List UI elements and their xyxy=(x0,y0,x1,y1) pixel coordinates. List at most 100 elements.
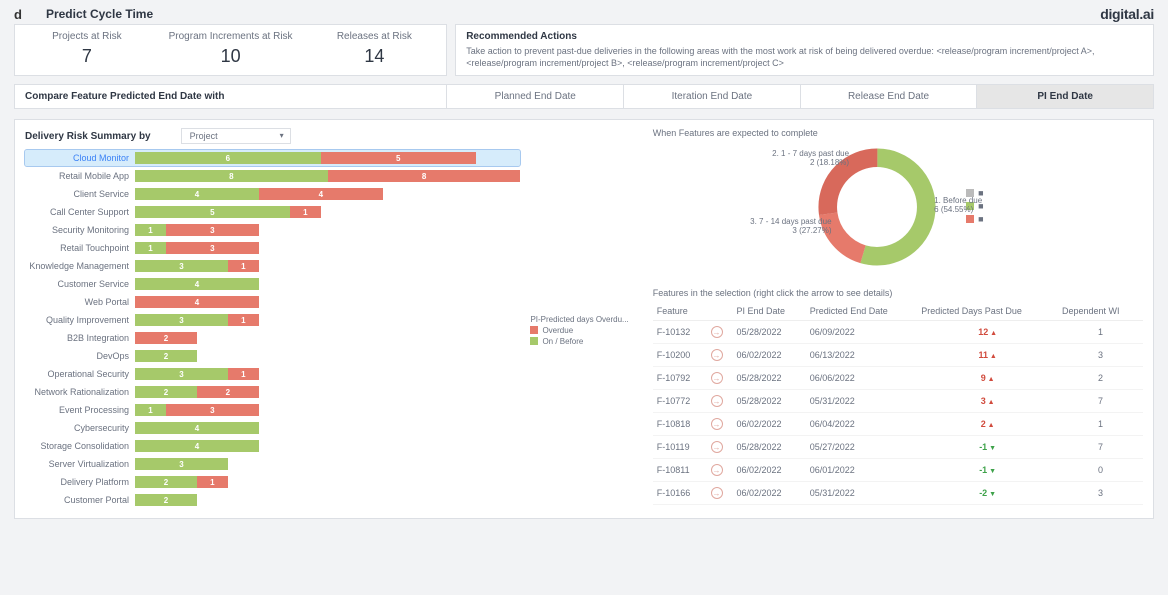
risk-bar-row[interactable]: Customer Portal2 xyxy=(25,492,520,508)
risk-bar-label[interactable]: Server Virtualization xyxy=(25,459,135,469)
page-title: Predict Cycle Time xyxy=(46,7,153,21)
bar-seg-on-before: 2 xyxy=(135,386,197,398)
risk-bar-label[interactable]: Client Service xyxy=(25,189,135,199)
kpi-value: 10 xyxy=(163,46,299,67)
kpi-row: Projects at Risk 7 Program Increments at… xyxy=(0,24,1168,84)
risk-bar-row[interactable]: Customer Service4 xyxy=(25,276,520,292)
expand-row-icon[interactable]: → xyxy=(711,349,723,361)
table-row[interactable]: F-10772→05/28/202205/31/202237 xyxy=(653,390,1143,413)
risk-bar-row[interactable]: Cloud Monitor65 xyxy=(25,150,520,166)
risk-bar-row[interactable]: Security Monitoring13 xyxy=(25,222,520,238)
risk-bar-row[interactable]: B2B Integration2 xyxy=(25,330,520,346)
risk-bar-label[interactable]: Network Rationalization xyxy=(25,387,135,397)
right-column: When Features are expected to complete 1… xyxy=(653,128,1143,510)
risk-bar-row[interactable]: Call Center Support51 xyxy=(25,204,520,220)
features-col[interactable]: PI End Date xyxy=(732,302,805,321)
expand-row-icon[interactable]: → xyxy=(711,441,723,453)
expand-row-icon[interactable]: → xyxy=(711,418,723,430)
risk-bar-row[interactable]: Retail Touchpoint13 xyxy=(25,240,520,256)
kpi-value: 14 xyxy=(306,46,442,67)
risk-bar-label[interactable]: Quality Improvement xyxy=(25,315,135,325)
legend-title: PI-Predicted days Overdu... xyxy=(530,315,628,324)
bar-seg-on-before: 6 xyxy=(135,152,321,164)
expand-row-icon[interactable]: → xyxy=(711,326,723,338)
features-col[interactable] xyxy=(707,302,733,321)
bar-seg-overdue: 1 xyxy=(197,476,228,488)
risk-bar-row[interactable]: Retail Mobile App88 xyxy=(25,168,520,184)
risk-bar-row[interactable]: DevOps2 xyxy=(25,348,520,364)
risk-bar-legend: PI-Predicted days Overdu... Overdue On /… xyxy=(530,315,628,346)
expand-row-icon[interactable]: → xyxy=(711,395,723,407)
bar-seg-overdue: 1 xyxy=(290,206,321,218)
table-row[interactable]: F-10166→06/02/202205/31/2022-23 xyxy=(653,482,1143,505)
recommendations-body: Take action to prevent past-due deliveri… xyxy=(466,46,1143,69)
risk-bar-label[interactable]: Knowledge Management xyxy=(25,261,135,271)
risk-bar-row[interactable]: Knowledge Management31 xyxy=(25,258,520,274)
risk-bar-label[interactable]: Security Monitoring xyxy=(25,225,135,235)
risk-bar-label[interactable]: DevOps xyxy=(25,351,135,361)
table-row[interactable]: F-10119→05/28/202205/27/2022-17 xyxy=(653,436,1143,459)
risk-bar-label[interactable]: Customer Portal xyxy=(25,495,135,505)
tab-planned-end-date[interactable]: Planned End Date xyxy=(447,85,623,108)
table-row[interactable]: F-10818→06/02/202206/04/202221 xyxy=(653,413,1143,436)
bar-seg-overdue: 1 xyxy=(228,314,259,326)
predicted-days-delta: 11 xyxy=(978,350,996,360)
risk-bar-label[interactable]: B2B Integration xyxy=(25,333,135,343)
risk-bar-row[interactable]: Event Processing13 xyxy=(25,402,520,418)
expand-row-icon[interactable]: → xyxy=(711,487,723,499)
predicted-days-delta: 2 xyxy=(981,419,995,429)
group-by-dropdown[interactable]: Project xyxy=(181,128,291,144)
recommendations-panel: Recommended Actions Take action to preve… xyxy=(455,24,1154,76)
risk-bar-row[interactable]: Storage Consolidation4 xyxy=(25,438,520,454)
features-col[interactable]: Predicted End Date xyxy=(806,302,918,321)
risk-bar-row[interactable]: Client Service44 xyxy=(25,186,520,202)
bar-seg-overdue: 2 xyxy=(197,386,259,398)
summary-title: Delivery Risk Summary by xyxy=(25,131,151,142)
risk-bar-label[interactable]: Cybersecurity xyxy=(25,423,135,433)
risk-bar-row[interactable]: Server Virtualization3 xyxy=(25,456,520,472)
header: d Predict Cycle Time digital.ai xyxy=(0,0,1168,24)
risk-bar-label[interactable]: Call Center Support xyxy=(25,207,135,217)
risk-bar-row[interactable]: Web Portal4 xyxy=(25,294,520,310)
kpi-releases-at-risk: Releases at Risk 14 xyxy=(302,25,446,75)
risk-bar-label[interactable]: Operational Security xyxy=(25,369,135,379)
tab-iteration-end-date[interactable]: Iteration End Date xyxy=(623,85,800,108)
bar-seg-on-before: 5 xyxy=(135,206,290,218)
donut-panel: When Features are expected to complete 1… xyxy=(653,128,1143,272)
risk-bar-label[interactable]: Cloud Monitor xyxy=(25,153,135,163)
features-col[interactable]: Dependent WI xyxy=(1058,302,1143,321)
risk-bar-row[interactable]: Quality Improvement31 xyxy=(25,312,520,328)
risk-bar-row[interactable]: Delivery Platform21 xyxy=(25,474,520,490)
risk-bar-row[interactable]: Network Rationalization22 xyxy=(25,384,520,400)
tab-pi-end-date[interactable]: PI End Date xyxy=(976,85,1153,108)
features-col[interactable]: Predicted Days Past Due xyxy=(917,302,1058,321)
predicted-days-delta: -2 xyxy=(979,488,996,498)
risk-bar-row[interactable]: Cybersecurity4 xyxy=(25,420,520,436)
risk-bar-label[interactable]: Web Portal xyxy=(25,297,135,307)
risk-bar-label[interactable]: Event Processing xyxy=(25,405,135,415)
table-row[interactable]: F-10200→06/02/202206/13/2022113 xyxy=(653,344,1143,367)
donut-chart[interactable]: 1. Before due 6 (54.55%) 2. 1 - 7 days p… xyxy=(812,142,942,272)
features-col[interactable]: Feature xyxy=(653,302,707,321)
risk-bar-label[interactable]: Retail Touchpoint xyxy=(25,243,135,253)
risk-bar-label[interactable]: Customer Service xyxy=(25,279,135,289)
risk-bar-row[interactable]: Operational Security31 xyxy=(25,366,520,382)
kpi-value: 7 xyxy=(19,46,155,67)
table-row[interactable]: F-10811→06/02/202206/01/2022-10 xyxy=(653,459,1143,482)
bar-seg-on-before: 4 xyxy=(135,278,259,290)
bar-seg-overdue: 3 xyxy=(166,404,259,416)
risk-bar-chart[interactable]: Cloud Monitor65Retail Mobile App88Client… xyxy=(25,150,520,510)
bar-seg-overdue: 4 xyxy=(135,296,259,308)
bar-seg-overdue: 1 xyxy=(228,260,259,272)
risk-bar-label[interactable]: Delivery Platform xyxy=(25,477,135,487)
risk-bar-label[interactable]: Storage Consolidation xyxy=(25,441,135,451)
tab-release-end-date[interactable]: Release End Date xyxy=(800,85,977,108)
table-row[interactable]: F-10132→05/28/202206/09/2022121 xyxy=(653,321,1143,344)
legend-on-before: On / Before xyxy=(542,337,583,346)
expand-row-icon[interactable]: → xyxy=(711,464,723,476)
bar-seg-on-before: 1 xyxy=(135,404,166,416)
kpi-pis-at-risk: Program Increments at Risk 10 xyxy=(159,25,303,75)
expand-row-icon[interactable]: → xyxy=(711,372,723,384)
table-row[interactable]: F-10792→05/28/202206/06/202292 xyxy=(653,367,1143,390)
risk-bar-label[interactable]: Retail Mobile App xyxy=(25,171,135,181)
